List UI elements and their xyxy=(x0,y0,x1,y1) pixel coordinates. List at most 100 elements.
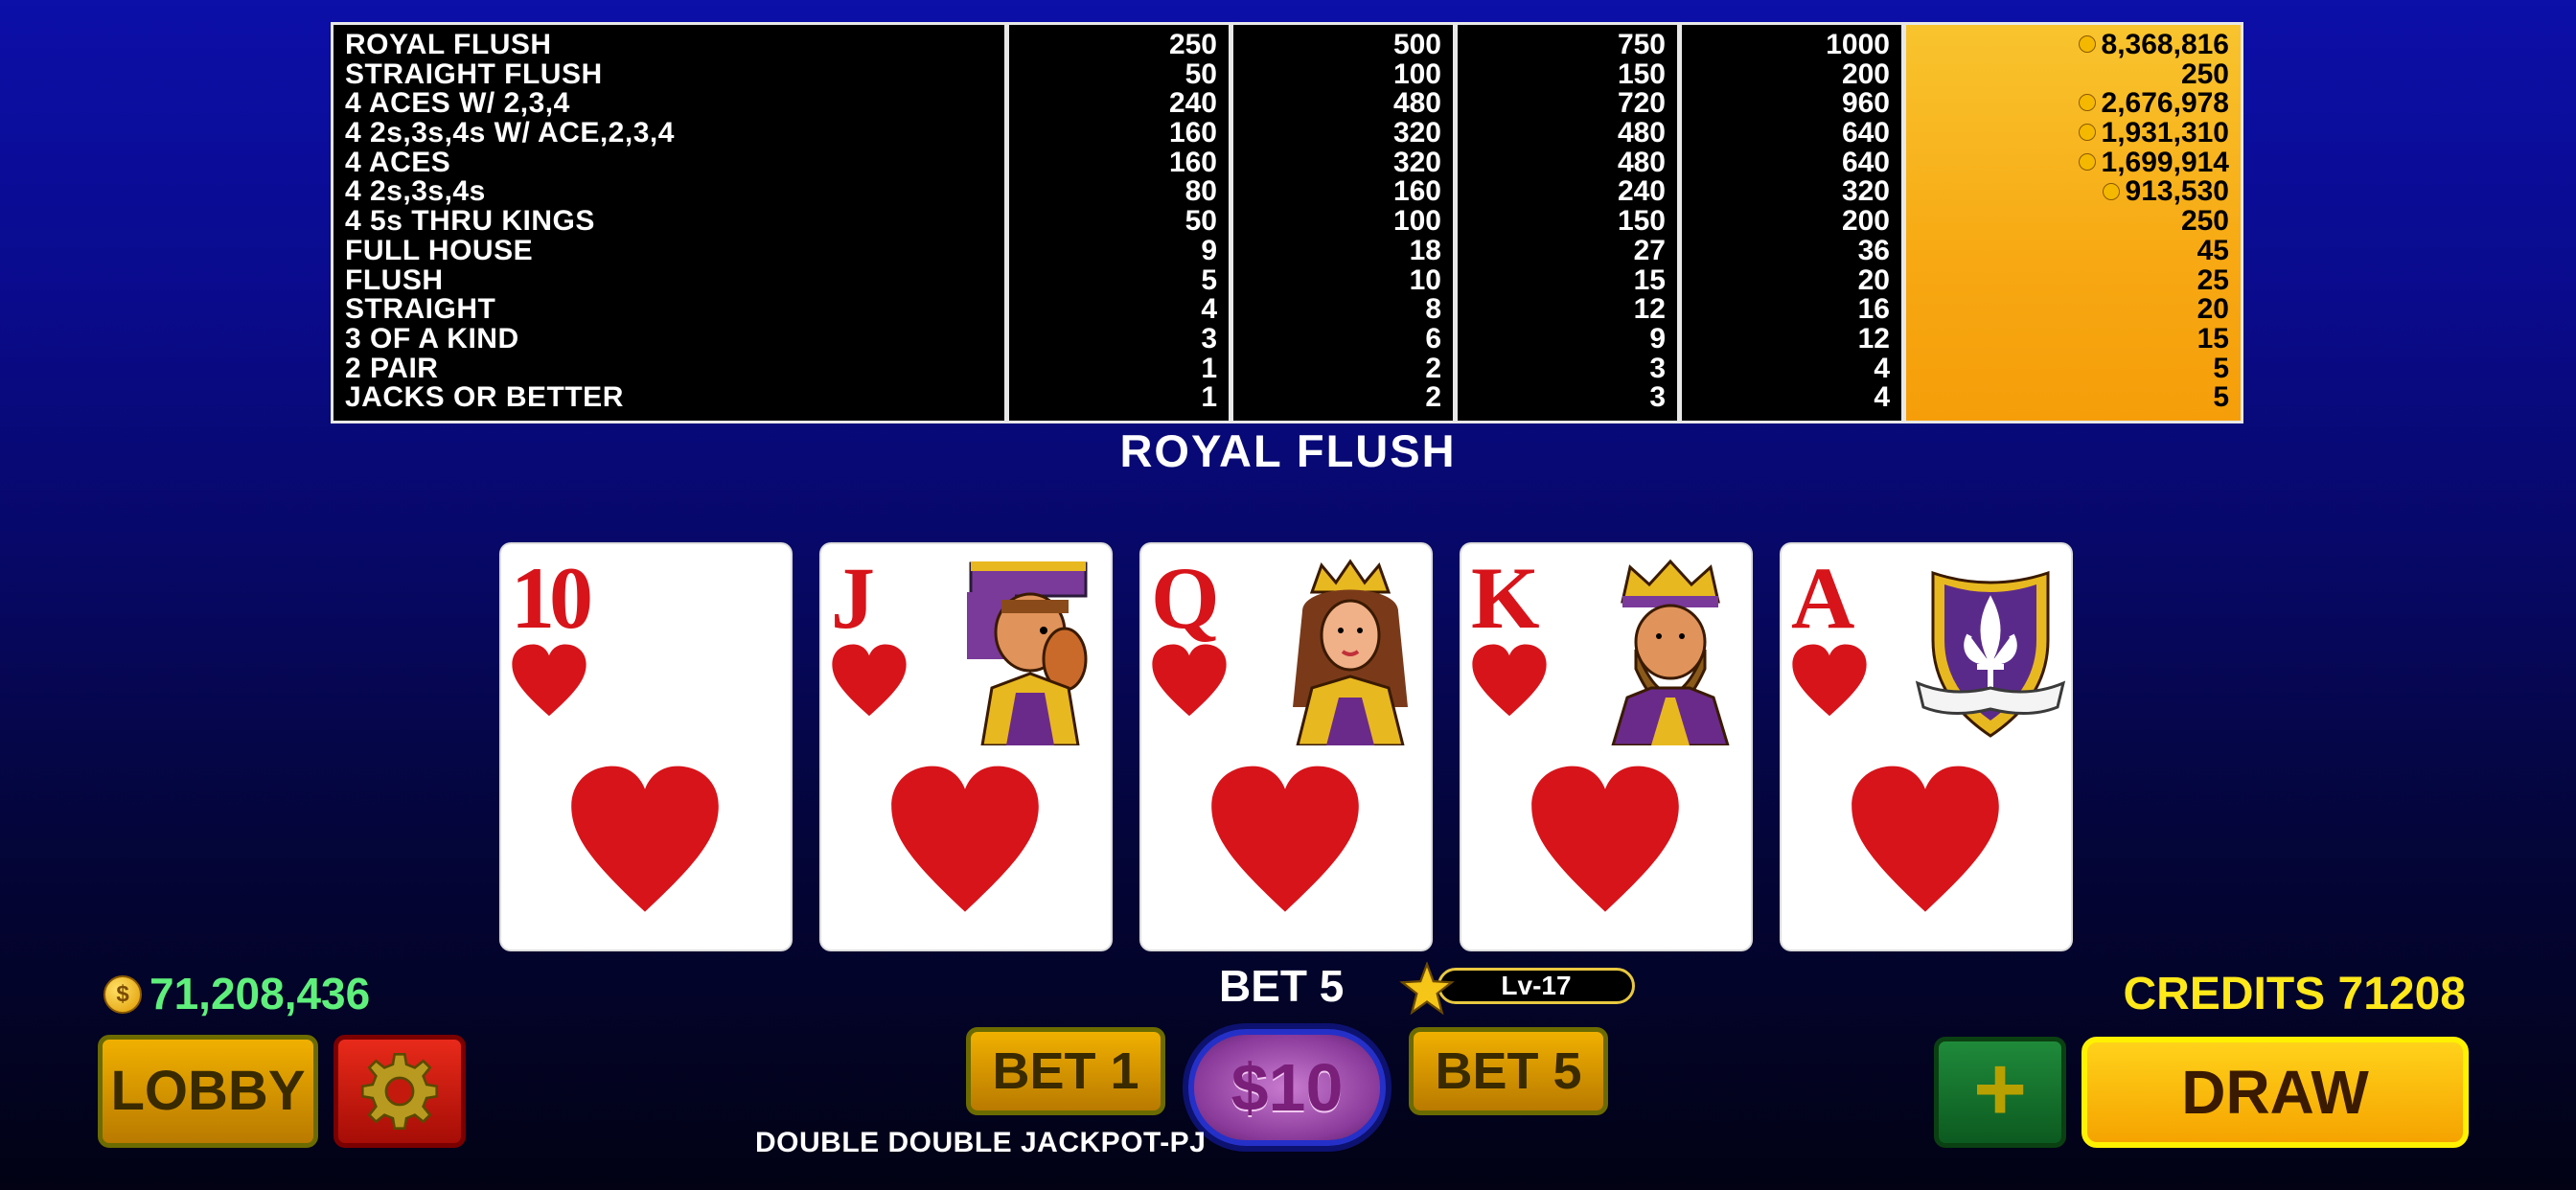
lobby-button[interactable]: LOBBY xyxy=(98,1035,318,1148)
paytable-cell: 18 xyxy=(1409,234,1441,266)
coin-balance-value: 71,208,436 xyxy=(150,969,371,1018)
paytable-jackpot-value: 45 xyxy=(2196,234,2229,266)
bet-max-button[interactable]: BET 5 xyxy=(1409,1027,1608,1115)
paytable-cell: 9 xyxy=(1201,234,1217,266)
paytable-jackpot-cell: 250 xyxy=(1918,57,2229,90)
denomination-button[interactable]: $10 xyxy=(1188,1029,1386,1146)
add-coins-button[interactable]: + xyxy=(1934,1037,2066,1148)
paytable-cell: 320 xyxy=(1392,146,1441,178)
paytable-jackpot-cell: 25 xyxy=(1918,265,2229,296)
paytable-jackpot-cell: 5 xyxy=(1918,382,2229,413)
paytable-hand-names: ROYAL FLUSH STRAIGHT FLUSH 4 ACES W/ 2,3… xyxy=(334,25,1009,421)
paytable-cell: 5 xyxy=(1201,263,1217,296)
level-label: Lv-17 xyxy=(1438,968,1635,1004)
bet-one-button[interactable]: BET 1 xyxy=(966,1027,1165,1115)
card-rank: 10 xyxy=(511,549,593,647)
coin-icon xyxy=(2078,94,2096,112)
paytable-cell: 16 xyxy=(1857,293,1890,326)
paytable-cell: 1 xyxy=(1201,381,1217,414)
paytable-jackpot-value: 20 xyxy=(2196,293,2229,326)
paytable-hand-name: STRAIGHT FLUSH xyxy=(345,57,603,90)
paytable-hand-name: 3 OF A KIND xyxy=(345,322,519,355)
paytable-hand-name: STRAIGHT xyxy=(345,293,496,326)
paytable-jackpot-value: 15 xyxy=(2196,322,2229,355)
paytable-jackpot-value: 1,699,914 xyxy=(2101,146,2229,178)
paytable-column-bet4: 1000 200 960 640 640 320 200 36 20 16 12… xyxy=(1682,25,1906,421)
paytable-cell: 80 xyxy=(1184,175,1217,208)
paytable-hand-name: 4 2s,3s,4s W/ ACE,2,3,4 xyxy=(345,117,675,149)
paytable-cell: 1 xyxy=(1201,352,1217,384)
paytable-cell: 6 xyxy=(1425,322,1441,355)
paytable-cell: 12 xyxy=(1633,293,1666,326)
paytable-cell: 150 xyxy=(1617,205,1666,238)
paytable-hand-name: 4 5s THRU KINGS xyxy=(345,205,595,238)
paytable-hand-name: FLUSH xyxy=(345,263,444,296)
shield-fleur-de-lis-icon xyxy=(1915,570,2066,738)
player-level: Lv-17 xyxy=(1399,962,1639,1016)
paytable-jackpot-value: 8,368,816 xyxy=(2101,29,2229,60)
paytable-cell: 320 xyxy=(1841,175,1890,208)
paytable-jackpot-value: 5 xyxy=(2213,352,2229,384)
coin-icon xyxy=(2078,124,2096,142)
paytable-cell: 12 xyxy=(1857,322,1890,355)
coin-balance: $71,208,436 xyxy=(104,968,370,1019)
paytable-jackpot-value: 913,530 xyxy=(2125,175,2229,208)
paytable-cell: 36 xyxy=(1857,234,1890,266)
paytable-jackpot-cell: 913,530 xyxy=(1918,177,2229,207)
heart-icon xyxy=(512,644,586,717)
credits-display: CREDITS 71208 xyxy=(2123,969,2467,1019)
paytable-jackpot-cell: 1,699,914 xyxy=(1918,146,2229,178)
paytable-cell: 250 xyxy=(1168,29,1217,60)
card-2[interactable]: J xyxy=(821,544,1111,950)
heart-icon xyxy=(1531,766,1679,912)
paytable-cell: 27 xyxy=(1633,234,1666,266)
paytable-jackpot-cell: 15 xyxy=(1918,322,2229,355)
paytable-hand-name: ROYAL FLUSH xyxy=(345,29,552,60)
paytable-jackpot-cell: 250 xyxy=(1918,205,2229,238)
coin-icon xyxy=(2102,182,2120,200)
paytable-hand-name: JACKS OR BETTER xyxy=(345,381,624,414)
card-5[interactable]: A xyxy=(1782,544,2071,950)
settings-button[interactable] xyxy=(334,1035,466,1148)
coin-icon xyxy=(2078,152,2096,171)
paytable-hand-name: FULL HOUSE xyxy=(345,234,534,266)
paytable-column-bet1: 250 50 240 160 160 80 50 9 5 4 3 1 1 xyxy=(1009,25,1233,421)
card-3[interactable]: Q xyxy=(1141,544,1431,950)
paytable-cell: 3 xyxy=(1649,381,1666,414)
heart-icon xyxy=(1472,644,1547,717)
paytable-jackpot-cell: 8,368,816 xyxy=(1918,29,2229,60)
paytable-cell: 20 xyxy=(1857,263,1890,296)
heart-icon xyxy=(1152,644,1227,717)
paytable-cell: 100 xyxy=(1392,205,1441,238)
card-rank: K xyxy=(1471,549,1540,647)
heart-icon xyxy=(1852,766,1999,912)
paytable-cell: 3 xyxy=(1201,322,1217,355)
card-rank: A xyxy=(1791,549,1854,647)
paytable-cell: 200 xyxy=(1841,57,1890,90)
paytable-jackpot-value: 250 xyxy=(2180,205,2229,238)
paytable-jackpot-cell: 5 xyxy=(1918,352,2229,384)
paytable-cell: 200 xyxy=(1841,205,1890,238)
gear-icon xyxy=(360,1052,439,1131)
paytable-cell: 240 xyxy=(1168,87,1217,120)
card-rank: Q xyxy=(1151,549,1220,647)
paytable-cell: 50 xyxy=(1184,205,1217,238)
paytable-column-bet3: 750 150 720 480 480 240 150 27 15 12 9 3… xyxy=(1458,25,1682,421)
paytable-cell: 720 xyxy=(1617,87,1666,120)
card-4[interactable]: K xyxy=(1461,544,1751,950)
paytable-column-bet5-jackpot: 8,368,816 250 2,676,978 1,931,310 1,699,914 9… xyxy=(1906,25,2241,421)
paytable-jackpot-value: 1,931,310 xyxy=(2101,117,2229,149)
paytable-hand-name: 4 ACES W/ 2,3,4 xyxy=(345,87,570,120)
hand-result-title: ROYAL FLUSH xyxy=(1119,425,1457,476)
heart-icon xyxy=(891,766,1039,912)
paytable-cell: 750 xyxy=(1617,29,1666,60)
card-1[interactable]: 10 xyxy=(501,544,791,950)
paytable-cell: 480 xyxy=(1617,146,1666,178)
paytable-jackpot-value: 250 xyxy=(2180,57,2229,90)
coin-icon: $ xyxy=(104,974,142,1014)
king-face-icon xyxy=(1611,559,1730,745)
card-rank: J xyxy=(831,549,875,647)
heart-icon xyxy=(1211,766,1359,912)
draw-button[interactable]: DRAW xyxy=(2082,1037,2469,1148)
paytable-cell: 480 xyxy=(1617,117,1666,149)
